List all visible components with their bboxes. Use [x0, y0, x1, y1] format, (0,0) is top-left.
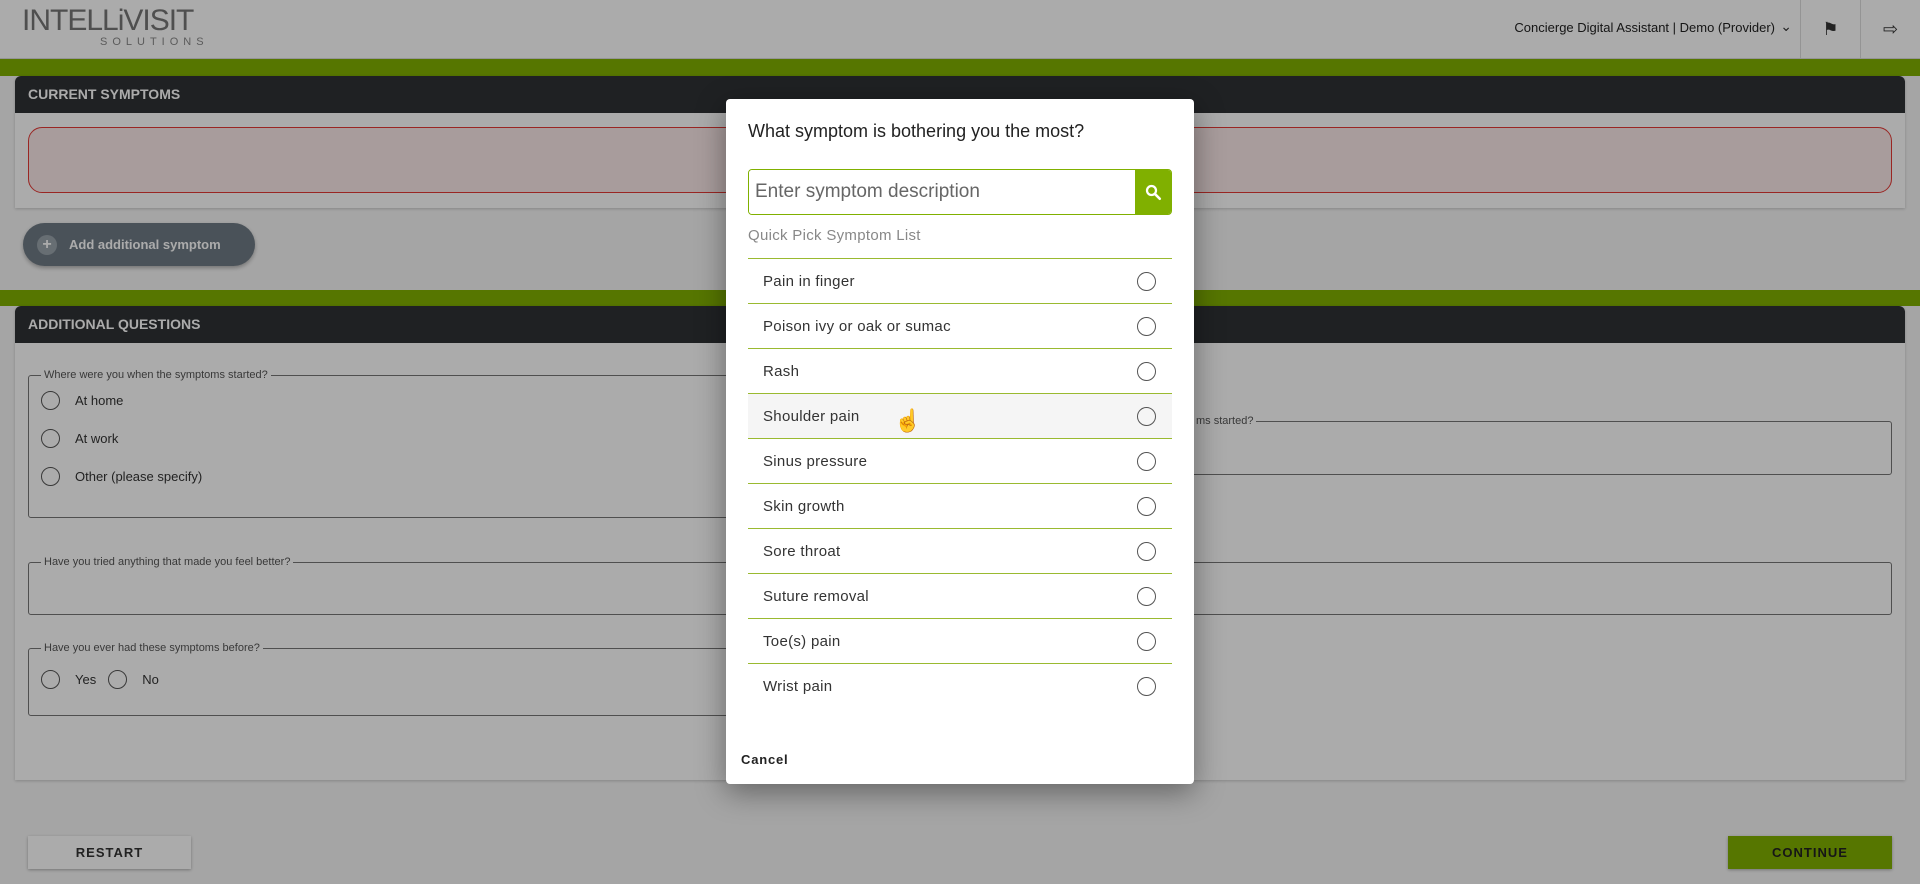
symptom-search-input[interactable]: [749, 170, 1135, 214]
radio-icon[interactable]: [1137, 496, 1156, 516]
list-item[interactable]: Skin growth: [748, 484, 1172, 529]
symptom-dialog: What symptom is bothering you the most? …: [726, 99, 1194, 784]
hand-cursor-icon: ☝: [894, 408, 922, 433]
symptom-list: Pain in finger Poison ivy or oak or suma…: [748, 258, 1172, 709]
list-item[interactable]: Shoulder pain: [748, 394, 1172, 439]
radio-icon[interactable]: [1137, 631, 1156, 651]
radio-icon[interactable]: [1137, 316, 1156, 336]
search-icon: [1145, 184, 1162, 201]
list-item[interactable]: Wrist pain: [748, 664, 1172, 709]
dialog-title: What symptom is bothering you the most?: [748, 121, 1085, 141]
radio-icon[interactable]: [1137, 541, 1156, 561]
list-item[interactable]: Sinus pressure: [748, 439, 1172, 484]
list-item[interactable]: Rash: [748, 349, 1172, 394]
list-item[interactable]: Suture removal: [748, 574, 1172, 619]
radio-icon[interactable]: [1137, 271, 1156, 291]
list-item[interactable]: Sore throat: [748, 529, 1172, 574]
list-item[interactable]: Pain in finger: [748, 259, 1172, 304]
list-item[interactable]: Toe(s) pain: [748, 619, 1172, 664]
radio-icon[interactable]: [1137, 677, 1156, 696]
search-button[interactable]: [1135, 170, 1171, 214]
radio-icon[interactable]: [1137, 406, 1156, 426]
radio-icon[interactable]: [1137, 451, 1156, 471]
cancel-button[interactable]: Cancel: [741, 752, 788, 767]
symptom-search: [748, 169, 1172, 215]
list-item[interactable]: Poison ivy or oak or sumac: [748, 304, 1172, 349]
radio-icon[interactable]: [1137, 586, 1156, 606]
quick-pick-label: Quick Pick Symptom List: [748, 227, 921, 244]
radio-icon[interactable]: [1137, 361, 1156, 381]
